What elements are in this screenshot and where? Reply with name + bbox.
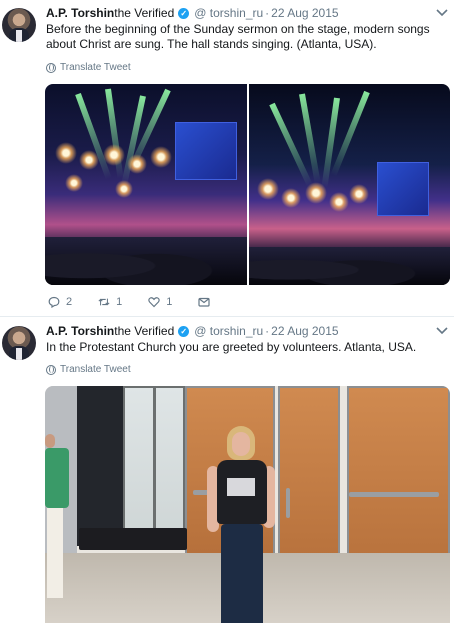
reply-count: 2 — [66, 296, 73, 308]
separator: · — [265, 324, 270, 338]
translate-tweet-link[interactable]: Translate Tweet — [46, 364, 131, 375]
tweet-actions: 2 1 1 — [48, 294, 258, 310]
translate-tweet-link[interactable]: Translate Tweet — [46, 62, 131, 73]
author-suffix: the Verified — [114, 324, 175, 338]
chevron-down-icon[interactable] — [436, 326, 448, 336]
verified-badge-icon: ✓ — [178, 325, 190, 337]
tweet-date[interactable]: 22 Aug 2015 — [271, 6, 338, 20]
tweet-text: In the Protestant Church you are greeted… — [46, 340, 417, 354]
tweet: A.P. Torshin the Verified ✓ @ torshin_ru… — [0, 0, 454, 316]
tweet-media[interactable] — [45, 386, 450, 623]
like-count: 1 — [166, 296, 173, 308]
like-icon — [148, 297, 160, 308]
reply-button[interactable]: 2 — [48, 296, 72, 308]
tweet-header: A.P. Torshin the Verified ✓ @ torshin_ru… — [46, 323, 339, 339]
translate-label: Translate Tweet — [60, 364, 131, 375]
tweet-header: A.P. Torshin the Verified ✓ @ torshin_ru… — [46, 5, 339, 21]
author-suffix: the Verified — [114, 6, 175, 20]
author-handle[interactable]: @ torshin_ru — [194, 324, 263, 338]
globe-icon — [46, 62, 56, 73]
reply-icon — [48, 296, 60, 308]
direct-message-button[interactable] — [198, 296, 210, 308]
tweet-media[interactable] — [45, 84, 450, 285]
direct-message-icon — [198, 297, 210, 307]
concert-photo-right[interactable] — [249, 84, 450, 285]
retweet-button[interactable]: 1 — [98, 296, 122, 308]
avatar[interactable] — [2, 8, 36, 42]
tweet-text: Before the beginning of the Sunday sermo… — [46, 22, 430, 51]
translate-label: Translate Tweet — [60, 62, 131, 73]
retweet-count: 1 — [116, 296, 123, 308]
avatar[interactable] — [2, 326, 36, 360]
chevron-down-icon[interactable] — [436, 8, 448, 18]
verified-badge-icon: ✓ — [178, 7, 190, 19]
author-name[interactable]: A.P. Torshin — [46, 6, 114, 20]
separator: · — [265, 6, 270, 20]
concert-photo-left[interactable] — [45, 84, 247, 285]
author-handle[interactable]: @ torshin_ru — [194, 6, 263, 20]
tweet-date[interactable]: 22 Aug 2015 — [271, 324, 338, 338]
author-name[interactable]: A.P. Torshin — [46, 324, 114, 338]
retweet-icon — [98, 298, 110, 306]
tweet-divider — [0, 316, 454, 317]
like-button[interactable]: 1 — [148, 296, 172, 308]
tweet: A.P. Torshin the Verified ✓ @ torshin_ru… — [0, 318, 454, 623]
globe-icon — [46, 364, 56, 375]
